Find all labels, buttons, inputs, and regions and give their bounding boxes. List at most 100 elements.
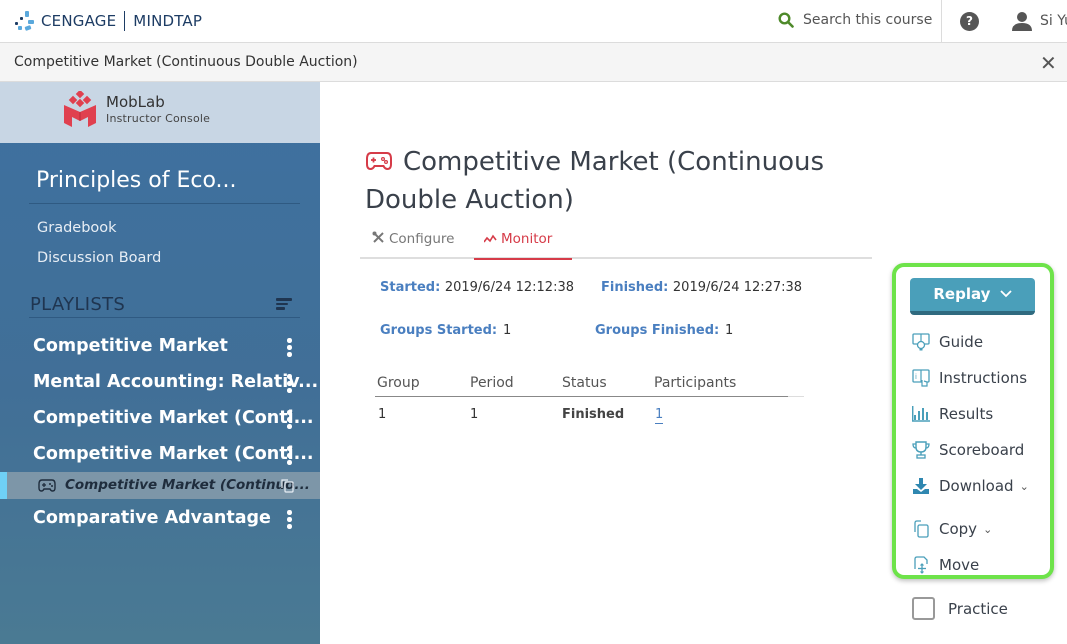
chevron-down-icon: ⌄ [983,522,993,536]
bar-chart-icon [912,406,930,422]
finished-info: Finished: 2019/6/24 12:27:38 [601,280,802,295]
column-header-participants: Participants [654,375,737,391]
download-icon [913,477,929,494]
action-label: Download [939,477,1014,495]
practice-checkbox[interactable] [912,597,935,620]
page-title-text: Competitive Market (Continuous Double Au… [365,147,825,215]
action-label: Results [939,405,994,423]
active-game-item[interactable]: Competitive Market (Continuo... [0,472,320,499]
action-label: Copy [939,520,978,538]
groups-started-label: Groups Started: [380,323,498,338]
tab-monitor[interactable]: Monitor [474,231,572,260]
help-icon[interactable]: ? [960,12,979,31]
playlist-item[interactable]: Competitive Market (Conti... [33,440,314,470]
more-options-icon[interactable] [287,338,293,358]
svg-text:i: i [915,373,917,381]
activity-title: Competitive Market (Continuous Double Au… [14,54,358,70]
sort-icon[interactable] [276,298,292,310]
brand-mindtap: MINDTAP [133,12,203,30]
course-title[interactable]: Principles of Eco... [36,168,237,193]
sidebar-link-discussion-board[interactable]: Discussion Board [37,250,161,266]
brand-cengage: CENGAGE [41,12,117,30]
more-options-icon[interactable] [287,410,293,430]
cengage-logo-icon [14,11,36,31]
playlist-label: Mental Accounting: Relativ... [33,372,319,392]
action-label: Instructions [939,369,1028,387]
brand-divider [124,11,126,31]
cengage-mindtap-logo[interactable]: CENGAGE MINDTAP [14,10,202,32]
divider [29,203,300,204]
tab-configure[interactable]: Configure [372,231,454,259]
more-options-icon[interactable] [287,446,293,466]
copy-icon [914,520,929,538]
move-button[interactable]: Move [912,553,979,577]
topbar-divider [941,0,942,43]
cell-group: 1 [378,407,387,422]
playlist-item[interactable]: Competitive Market (Conti... [33,404,314,434]
participants-link[interactable]: 1 [655,407,664,424]
instructions-icon: i [912,369,930,387]
tab-label: Configure [389,231,455,247]
playlist-label: Competitive Market (Conti... [33,444,314,464]
playlist-label: Comparative Advantage [33,508,271,528]
groups-finished-value: 1 [725,323,734,338]
sidebar-link-gradebook[interactable]: Gradebook [37,220,117,236]
more-options-icon[interactable] [287,510,293,530]
action-label: Guide [939,333,984,351]
user-icon [1012,12,1032,31]
chevron-down-icon: ⌄ [1019,479,1029,493]
groups-finished-label: Groups Finished: [595,323,720,338]
app-subtitle: Instructor Console [106,112,211,125]
playlist-item[interactable]: Comparative Advantage [33,504,303,534]
practice-toggle[interactable]: Practice [912,597,1008,620]
cell-status: Finished [562,407,625,422]
more-options-icon[interactable] [287,374,293,394]
user-name: Si Yu [1040,13,1067,29]
finished-value: 2019/6/24 12:27:38 [672,280,803,295]
cell-participants: 1 [655,407,664,424]
tools-icon [372,231,384,243]
copy-icon[interactable] [280,478,294,493]
top-bar: CENGAGE MINDTAP Search this course ? Si … [0,0,1067,43]
active-game-label: Competitive Market (Continuo... [65,477,310,493]
download-button[interactable]: Download ⌄ [912,474,1029,498]
results-button[interactable]: Results [912,402,993,426]
playlist-item[interactable]: Mental Accounting: Relativ... [33,368,318,398]
gamepad-icon [38,479,56,492]
column-header-group: Group [377,375,420,391]
playlist-item[interactable]: Competitive Market [33,332,303,362]
column-header-status: Status [562,375,607,391]
finished-label: Finished: [601,280,669,295]
divider [29,317,300,318]
copy-button[interactable]: Copy ⌄ [912,517,992,541]
tab-bar: Configure Monitor [360,225,872,260]
scoreboard-button[interactable]: Scoreboard [912,438,1024,462]
app-name: MobLab [106,93,165,111]
replay-label: Replay [933,285,991,303]
gamepad-icon [366,152,392,171]
table-header-divider [788,396,804,397]
guide-button[interactable]: Guide [912,330,983,354]
sidebar: MobLab Instructor Console Principles of … [0,82,320,644]
table-header-divider [375,396,788,397]
started-label: Started: [380,280,441,295]
search-course-button[interactable]: Search this course [778,12,932,28]
move-icon [914,556,928,574]
playlist-label: Competitive Market [33,336,228,356]
pulse-icon [483,234,497,243]
moblab-logo-icon [64,91,96,127]
activity-title-bar: Competitive Market (Continuous Double Au… [0,43,1067,82]
trophy-icon [912,441,930,459]
user-menu[interactable]: Si Yu [1012,11,1067,31]
moblab-header: MobLab Instructor Console [0,82,320,143]
action-label: Scoreboard [939,441,1025,459]
practice-label: Practice [948,599,1008,618]
started-info: Started: 2019/6/24 12:12:38 [380,280,574,295]
instructions-button[interactable]: i Instructions [912,366,1027,390]
close-icon[interactable]: ✕ [1040,53,1057,73]
replay-button[interactable]: Replay [910,278,1035,315]
playlists-heading: PLAYLISTS [30,294,126,315]
search-label: Search this course [803,12,933,28]
active-indicator [0,472,7,499]
playlist-label: Competitive Market (Conti... [33,408,314,428]
